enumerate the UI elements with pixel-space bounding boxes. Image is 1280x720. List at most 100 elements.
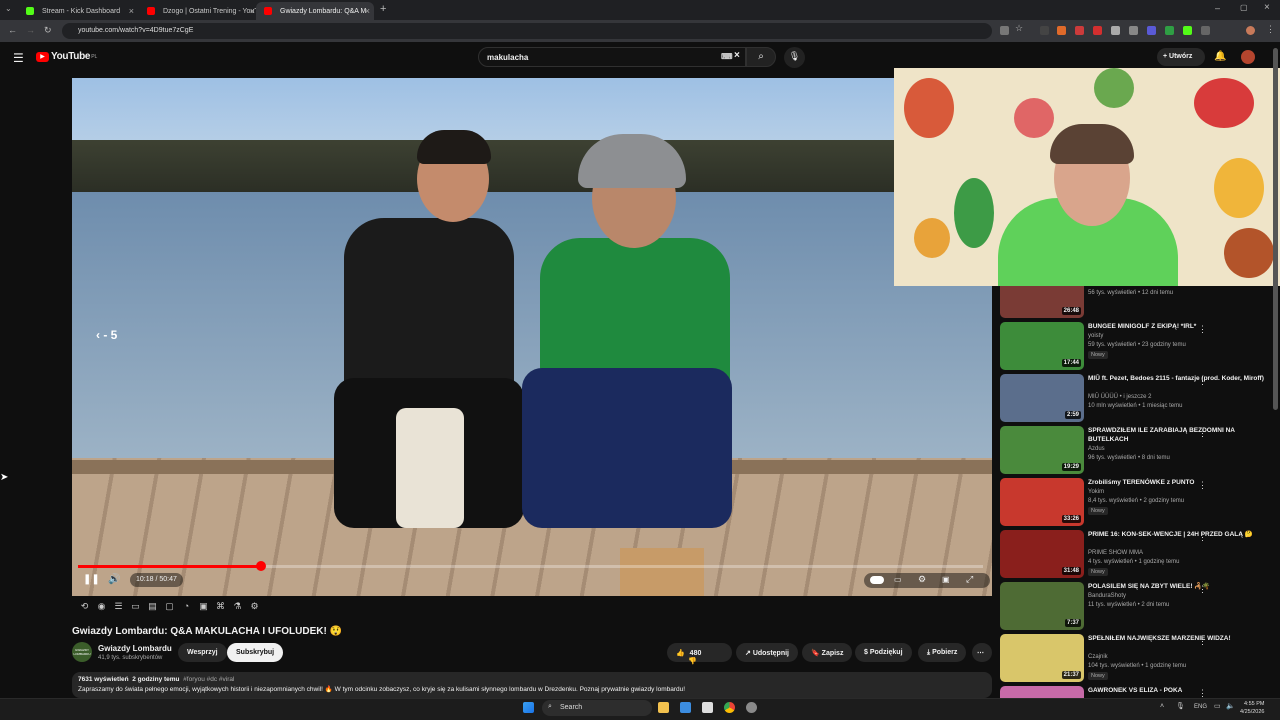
bookmark-star-icon[interactable]: ☆ [1015, 23, 1024, 33]
profile-avatar[interactable] [1246, 26, 1255, 35]
recommended-channel[interactable]: MIŪ ÜÜÜÜ • i jeszcze 2 [1088, 394, 1151, 400]
recommended-title[interactable]: SPEŁNIŁEM NAJWIĘKSZE MARZENIE WIDZA! [1088, 634, 1264, 643]
more-vertical-icon[interactable]: ⋮ [1198, 688, 1207, 698]
account-avatar[interactable] [1241, 50, 1255, 64]
youtube-logo[interactable]: ▶ YouTube PL [36, 51, 97, 62]
maximize-icon[interactable]: ▢ [1240, 3, 1248, 12]
clear-search-icon[interactable]: × [734, 50, 740, 61]
chrome-icon[interactable] [724, 702, 735, 713]
extension-icon[interactable] [1183, 26, 1192, 35]
recommended-title[interactable]: POLASILEM SIĘ NA ZBYT WIELE! 🦂🌴 [1088, 582, 1264, 591]
description-box[interactable]: 7631 wyświetleń 2 godziny temu #foryou #… [72, 672, 992, 698]
channel-name[interactable]: Gwiazdy Lombardu [98, 644, 172, 653]
more-actions-button[interactable]: ⋯ [972, 643, 992, 662]
tray-chevron-icon[interactable]: ˄ [1160, 703, 1164, 710]
extension-icon[interactable] [1057, 26, 1066, 35]
back-icon[interactable]: ← [8, 25, 17, 35]
recommended-channel[interactable]: Czajnik [1088, 654, 1108, 660]
audio-icon[interactable]: ◉ [95, 601, 108, 613]
close-tab-icon[interactable]: × [129, 6, 134, 16]
create-button[interactable]: + Utwórz [1157, 48, 1205, 66]
notifications-bell-icon[interactable]: 🔔 [1214, 51, 1226, 62]
more-vertical-icon[interactable]: ⋮ [1198, 584, 1207, 595]
progress-bar[interactable] [78, 561, 983, 571]
pause-icon[interactable]: ❚❚ [83, 574, 100, 585]
save-button[interactable]: 🔖 Zapisz [802, 643, 853, 662]
fullscreen-icon[interactable]: ⤢ [966, 574, 973, 585]
extension-icon[interactable] [1040, 26, 1049, 35]
recommended-video[interactable]: 33:26 Zrobiliśmy TERENÓWKE z PUNTO Yokim 8,… [1000, 478, 1268, 528]
recommended-channel[interactable]: Azdus [1088, 446, 1105, 452]
keyboard-icon[interactable]: ⌨ [721, 52, 733, 61]
more-vertical-icon[interactable]: ⋮ [1198, 324, 1207, 335]
page-scrollbar[interactable] [1273, 48, 1278, 410]
video-thumbnail[interactable]: 21:37 [1000, 634, 1084, 682]
subscribe-button[interactable]: Subskrybuj [227, 643, 284, 662]
volume-tray-icon[interactable]: 🔈 [1226, 702, 1235, 710]
search-button[interactable]: ⌕ [746, 47, 776, 67]
tab-youtube-dzogo[interactable]: Dzogo | Ostatni Trening - YouT × [139, 2, 259, 20]
browser-menu-icon[interactable]: ⋮ [1266, 24, 1275, 35]
windows-start-icon[interactable] [523, 702, 534, 713]
recommended-channel[interactable]: yoisty [1088, 333, 1103, 339]
recommended-channel[interactable]: Yokim [1088, 489, 1104, 495]
recommended-video[interactable]: 26:48 56 tys. wyświetleń • 12 dni temu [1000, 286, 1268, 320]
recommended-video[interactable]: GAWRONEK VS ELIZA - POKA ⋮ [1000, 686, 1268, 698]
search-input[interactable]: makulacha ⌨ × [478, 47, 746, 67]
close-tab-icon[interactable]: × [250, 6, 255, 16]
screenshot-icon[interactable]: ⌘ [214, 601, 227, 613]
tab-kick-dashboard[interactable]: Stream - Kick Dashboard × [18, 2, 138, 20]
loop-icon[interactable]: ⟲ [78, 601, 91, 613]
recommended-title[interactable]: MIŪ ft. Pezet, Bedoes 2115 - fantazje (p… [1088, 374, 1264, 383]
thumbs-down-icon[interactable]: 👎 [688, 658, 697, 665]
extension-icon[interactable] [1111, 26, 1120, 35]
recommended-title[interactable]: Zrobiliśmy TERENÓWKE z PUNTO [1088, 478, 1264, 487]
extension-icon[interactable] [1093, 26, 1102, 35]
tray-mic-icon[interactable]: 🎙 [1176, 702, 1185, 710]
recommended-video[interactable]: 2:59 MIŪ ft. Pezet, Bedoes 2115 - fantazj… [1000, 374, 1268, 424]
close-tab-icon[interactable]: × [365, 6, 370, 16]
screen-icon[interactable]: ▤ [146, 601, 159, 613]
taskbar-search[interactable]: ⌕ Search [542, 700, 652, 716]
support-button[interactable]: Wesprzyj [178, 643, 227, 662]
recommended-video[interactable]: 31:48 PRIME 16: KON-SEK-WENCJE | 24H PRZE… [1000, 530, 1268, 580]
miniplayer-icon[interactable]: ▣ [942, 575, 950, 584]
notepad-icon[interactable] [702, 702, 713, 713]
tab-youtube-gwiazdy[interactable]: Gwiazdy Lombardu: Q&A M × [256, 2, 374, 20]
url-field[interactable]: youtube.com/watch?v=4D9tue7zCgE [62, 23, 992, 39]
close-window-icon[interactable]: × [1264, 2, 1270, 13]
extension-icon[interactable] [1147, 26, 1156, 35]
more-vertical-icon[interactable]: ⋮ [1198, 376, 1207, 387]
theater-icon[interactable]: ▭ [129, 601, 142, 613]
autoplay-toggle[interactable] [870, 576, 884, 584]
more-vertical-icon[interactable]: ⋮ [1198, 636, 1207, 647]
toolbar-settings-icon[interactable]: ⚙ [248, 601, 261, 613]
channel-avatar[interactable]: GWIAZDY LOMBARDU [72, 642, 92, 662]
video-thumbnail[interactable]: 2:59 [1000, 374, 1084, 422]
flask-icon[interactable]: ⚗ [231, 601, 244, 613]
window-icon[interactable]: ▢ [163, 601, 176, 613]
subtitles-icon[interactable]: ▭ [894, 575, 902, 584]
extension-icon[interactable] [1075, 26, 1084, 35]
video-thumbnail[interactable] [1000, 686, 1084, 698]
extension-icon[interactable] [1165, 26, 1174, 35]
photos-app-icon[interactable] [680, 702, 691, 713]
recommended-title[interactable]: PRIME 16: KON-SEK-WENCJE | 24H PRZED GAL… [1088, 530, 1264, 539]
forward-icon[interactable]: → [26, 25, 35, 35]
video-thumbnail[interactable]: 31:48 [1000, 530, 1084, 578]
recommended-channel[interactable]: PRIME SHOW MMA [1088, 550, 1143, 556]
hamburger-menu-icon[interactable]: ☰ [13, 51, 24, 65]
extensions-puzzle-icon[interactable] [1201, 26, 1210, 35]
tab-search-icon[interactable]: ⌄ [5, 4, 12, 13]
recommended-video[interactable]: 7:37 POLASILEM SIĘ NA ZBYT WIELE! 🦂🌴 Bandu… [1000, 582, 1268, 632]
recommended-title[interactable]: SPRAWDZIŁEM ILE ZARABIAJĄ BEZDOMNI NA BU… [1088, 426, 1264, 444]
speed-icon[interactable]: ◔ [180, 601, 193, 613]
download-button[interactable]: ⤓ Pobierz [918, 643, 967, 662]
recommended-video[interactable]: 17:44 BUNGEE MINIGOLF Z EKIPĄ! *IRL* yoist… [1000, 322, 1268, 372]
share-button[interactable]: ↗ Udostępnij [736, 643, 798, 662]
video-player[interactable] [72, 78, 992, 596]
more-vertical-icon[interactable]: ⋮ [1198, 428, 1207, 439]
more-vertical-icon[interactable]: ⋮ [1198, 480, 1207, 491]
extension-icon[interactable] [1129, 26, 1138, 35]
video-thumbnail[interactable]: 26:48 [1000, 286, 1084, 318]
